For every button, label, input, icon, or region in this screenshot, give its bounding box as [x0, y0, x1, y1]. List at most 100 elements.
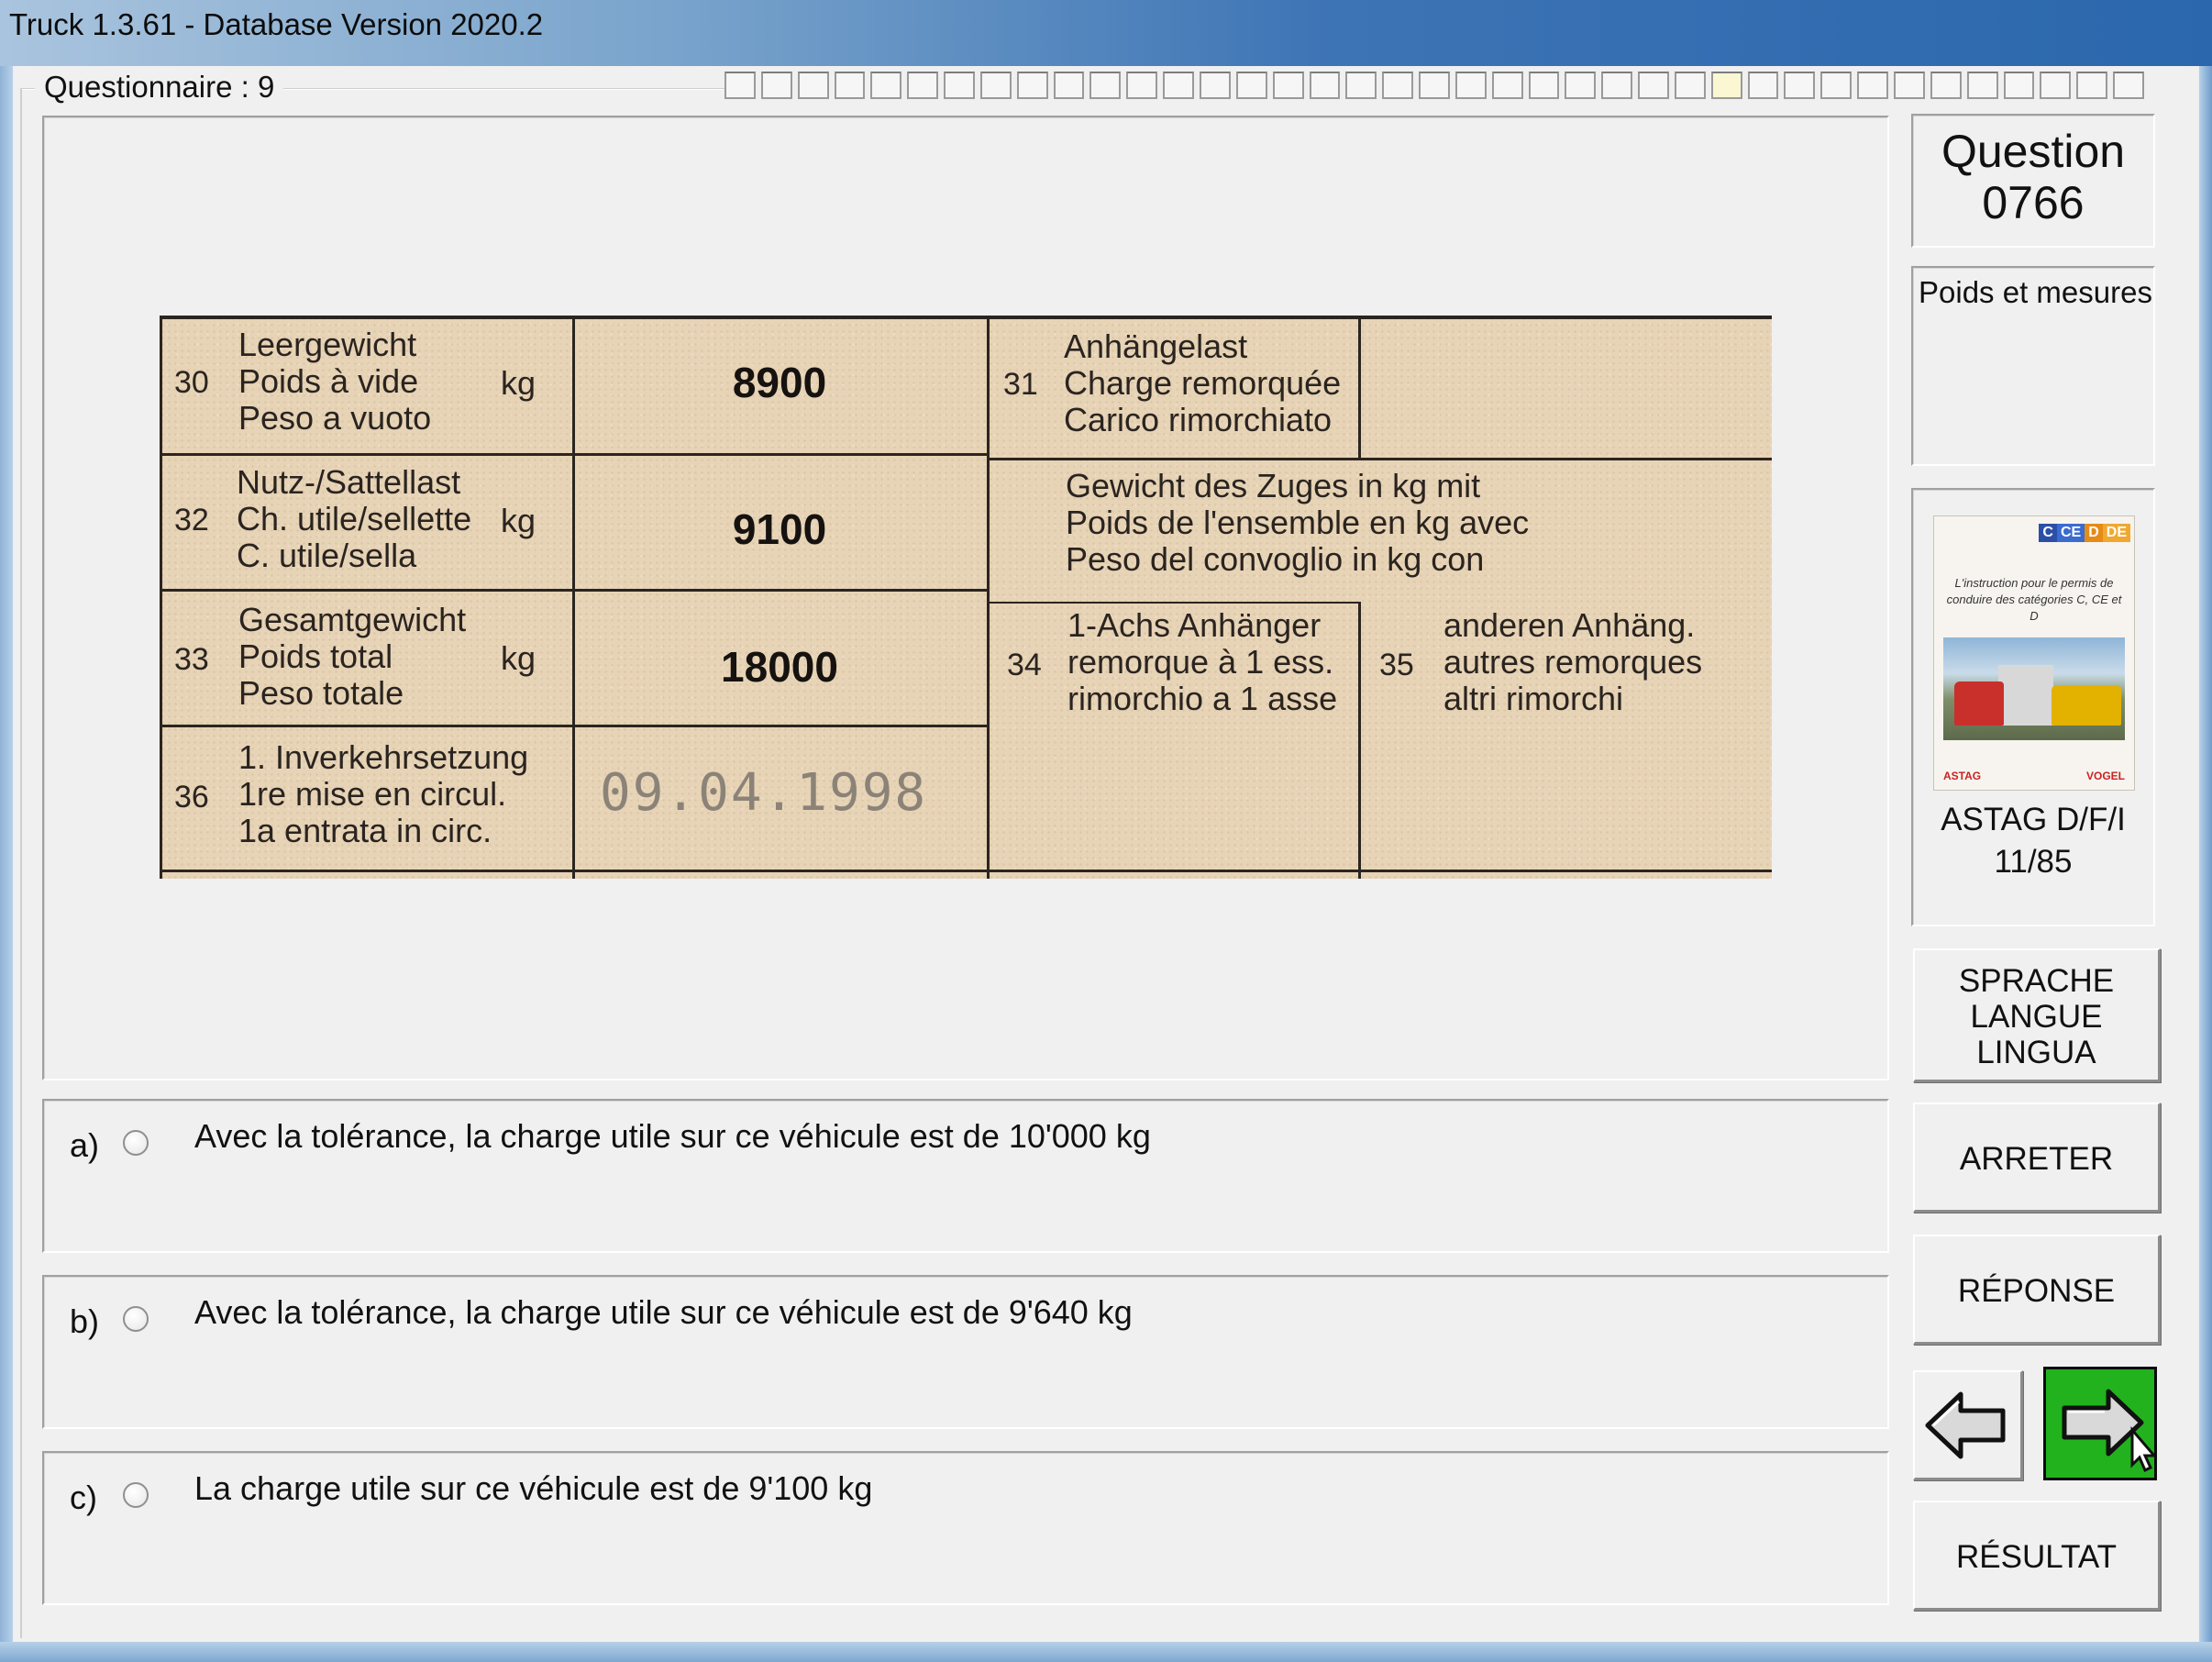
window-frame-right [2199, 66, 2212, 1662]
category-badges: C CE D DE [2039, 524, 2130, 542]
answer-a-radio[interactable] [123, 1130, 149, 1156]
field-label: autres remorques [1443, 643, 1703, 681]
book-cover-text: L'instruction pour le permis de conduire… [1946, 576, 2122, 623]
field-label: Anhängelast [1064, 327, 1248, 365]
progress-cell [1565, 72, 1597, 99]
progress-cell [2076, 72, 2108, 99]
field-unit: kg [501, 364, 536, 402]
field-number: 34 [1007, 648, 1042, 682]
answer-letter: c) [70, 1479, 97, 1516]
field-label: Peso a vuoto [238, 399, 432, 437]
reference-book-box: C CE D DE L'instruction pour le permis d… [1911, 488, 2155, 926]
progress-cell [1491, 72, 1523, 99]
book-cover-image: C CE D DE L'instruction pour le permis d… [1933, 515, 2135, 791]
combination-label: Gewicht des Zuges in kg mit [1066, 467, 1481, 504]
progress-cell [1126, 72, 1158, 99]
answer-option-a[interactable]: a) Avec la tolérance, la charge utile su… [42, 1099, 1889, 1253]
window-frame-bottom [0, 1642, 2212, 1662]
truck-bus-photo [1943, 637, 2125, 740]
field-number: 32 [174, 503, 209, 537]
field-number: 31 [1003, 367, 1038, 402]
answer-b-radio[interactable] [123, 1306, 149, 1332]
arrow-left-icon [1925, 1391, 2006, 1459]
field-label: Poids à vide [238, 362, 419, 400]
badge-d: D [2085, 524, 2103, 542]
progress-cell [1235, 72, 1267, 99]
progress-cell [979, 72, 1012, 99]
progress-cell [1966, 72, 1998, 99]
field-label: C. utile/sella [237, 537, 417, 574]
answer-letter: b) [70, 1302, 100, 1340]
progress-cell [1199, 72, 1231, 99]
answer-text[interactable]: Avec la tolérance, la charge utile sur c… [194, 1293, 1133, 1332]
progress-cell [2113, 72, 2144, 99]
answer-option-c[interactable]: c) La charge utile sur ce véhicule est d… [42, 1451, 1889, 1605]
progress-cell [1674, 72, 1706, 99]
window-title: Truck 1.3.61 - Database Version 2020.2 [9, 7, 544, 41]
progress-cell [2040, 72, 2072, 99]
progress-cell [1309, 72, 1341, 99]
field-value: 9100 [732, 505, 827, 553]
language-label-it: LINGUA [1976, 1035, 2096, 1070]
field-number: 30 [174, 365, 209, 400]
field-unit: kg [501, 502, 536, 539]
field-label: 1-Achs Anhänger [1067, 606, 1322, 644]
progress-cell [1016, 72, 1048, 99]
progress-cell [944, 72, 975, 99]
result-button[interactable]: RÉSULTAT [1913, 1501, 2161, 1611]
answer-option-b[interactable]: b) Avec la tolérance, la charge utile su… [42, 1275, 1889, 1429]
field-number: 35 [1379, 648, 1414, 682]
progress-cell [1638, 72, 1669, 99]
progress-cell [870, 72, 902, 99]
progress-cell [797, 72, 829, 99]
progress-cell [1345, 72, 1377, 99]
field-label: Ch. utile/sellette [237, 500, 472, 537]
field-value: 8900 [732, 359, 827, 406]
progress-cell [1089, 72, 1122, 99]
progress-cell [907, 72, 939, 99]
progress-cell [1747, 72, 1779, 99]
book-title: ASTAG D/F/I [1941, 802, 2126, 837]
field-label: Poids total [238, 637, 393, 675]
field-label: Nutz-/Sattellast [237, 463, 461, 501]
field-value: 18000 [721, 643, 838, 691]
category-box: Poids et mesures [1911, 266, 2155, 466]
question-number: 0766 [1982, 177, 2085, 228]
field-number: 36 [174, 780, 209, 814]
publisher-logo: ASTAG [1943, 770, 1982, 782]
next-button[interactable] [2043, 1367, 2157, 1480]
stop-button[interactable]: ARRETER [1913, 1102, 2161, 1213]
field-label: remorque à 1 ess. [1067, 643, 1334, 681]
field-unit: kg [501, 639, 536, 677]
badge-ce: CE [2056, 524, 2085, 542]
question-label: Question [1941, 126, 2126, 177]
field-label: 1re mise en circul. [238, 775, 507, 813]
field-label: 1a entrata in circ. [238, 812, 492, 849]
group-border-left [20, 88, 22, 1638]
progress-cell [1784, 72, 1816, 99]
vehicle-registration-image: 30 Leergewicht Poids à vide Peso a vuoto… [160, 316, 1772, 879]
field-label: Leergewicht [238, 326, 417, 363]
field-label: Carico rimorchiato [1064, 401, 1333, 438]
language-button[interactable]: SPRACHE LANGUE LINGUA [1913, 948, 2161, 1082]
progress-cell [1272, 72, 1304, 99]
answer-c-radio[interactable] [123, 1482, 149, 1508]
book-publishers: ASTAG VOGEL [1943, 770, 2125, 782]
answer-button[interactable]: RÉPONSE [1913, 1235, 2161, 1345]
window-frame-left [0, 66, 13, 1662]
book-reference: 11/85 [1994, 844, 2073, 880]
progress-cell [1454, 72, 1487, 99]
answer-text[interactable]: Avec la tolérance, la charge utile sur c… [194, 1117, 1151, 1156]
progress-cell [1894, 72, 1925, 99]
category-label: Poids et mesures [1919, 275, 2152, 309]
field-label: anderen Anhäng. [1443, 606, 1696, 644]
answer-text[interactable]: La charge utile sur ce véhicule est de 9… [194, 1469, 872, 1508]
publisher-logo: VOGEL [2085, 770, 2125, 782]
progress-cell [1820, 72, 1853, 99]
badge-c: C [2039, 524, 2057, 542]
questionnaire-label: Questionnaire : 9 [35, 70, 284, 105]
progress-cell [1382, 72, 1414, 99]
previous-button[interactable] [1913, 1370, 2023, 1480]
progress-cell [760, 72, 792, 99]
registration-date: 09.04.1998 [600, 763, 928, 823]
